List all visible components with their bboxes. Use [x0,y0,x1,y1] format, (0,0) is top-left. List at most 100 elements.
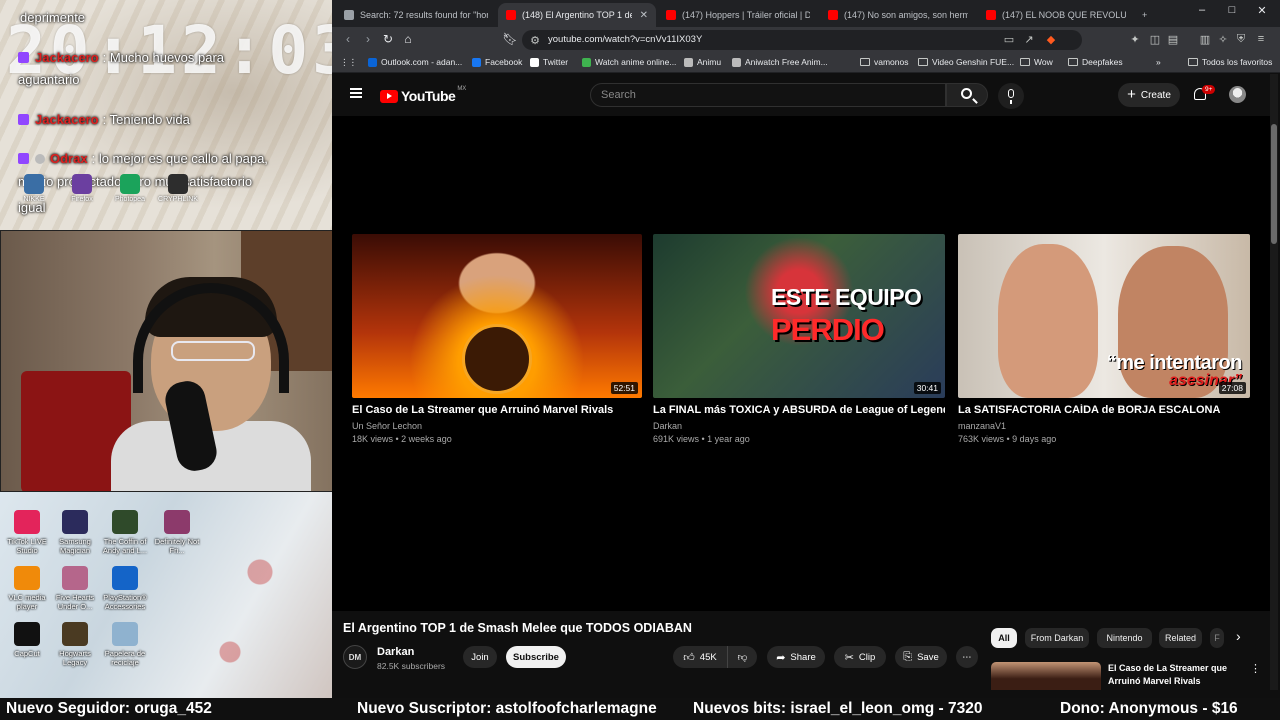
reload-icon[interactable]: ↻ [380,32,396,46]
install-app-icon[interactable]: ▭ [1002,33,1016,46]
url-field[interactable]: ⚙︎ youtube.com/watch?v=cnVv11IX03Y [522,30,1082,50]
end-card-thumbnail[interactable]: 52:51 [352,234,642,398]
ai-icon[interactable]: ✧ [1216,33,1230,46]
desktop-shortcut[interactable]: VLC media player [0,566,54,611]
bookmark-link[interactable]: Twitter [530,57,568,67]
subscribe-button[interactable]: Subscribe [506,646,566,668]
end-card-channel[interactable]: manzanaV1 [958,421,1250,431]
end-card-title[interactable]: El Caso de La Streamer que Arruinó Marve… [352,404,642,416]
new-tab-button[interactable]: + [1142,3,1147,27]
hamburger-menu-icon[interactable] [350,88,362,98]
stream-alerts-ticker: Nuevo Seguidor: oruga_452 Nuevo Suscript… [0,698,1280,720]
bookmark-link[interactable]: Watch anime online... [582,57,676,67]
desktop-shortcut[interactable]: Five Hearts Under O... [48,566,102,611]
app-icon [120,174,140,194]
minimize-button[interactable]: – [1187,4,1217,16]
desktop-shortcut[interactable]: NIKKE [12,174,56,203]
bookmark-link[interactable]: Animu [684,57,721,67]
extensions-icon[interactable]: ◫ [1148,33,1162,46]
recommended-thumbnail[interactable] [991,662,1101,690]
desktop-shortcut[interactable]: CapCut [0,622,54,658]
account-avatar[interactable] [1229,86,1246,103]
close-tab-icon[interactable]: ✕ [640,10,648,21]
bookmark-folder[interactable]: Wow [1020,57,1053,67]
video-player[interactable]: 52:51 El Caso de La Streamer que Arruinó… [332,116,1272,611]
chip-from-darkan[interactable]: From Darkan [1025,628,1089,648]
desktop-shortcut[interactable]: CRYPHLINK [156,174,200,203]
channel-name[interactable]: Darkan [377,646,414,658]
join-button[interactable]: Join [463,646,497,668]
close-window-button[interactable]: ✕ [1247,4,1277,17]
desktop-shortcut[interactable]: Papelera de reciclaje [98,622,152,667]
search-button[interactable] [946,83,988,107]
desktop-shortcut[interactable]: Hogwarts Legacy [48,622,102,667]
like-button[interactable]: 👍︎ 45K [673,646,727,668]
all-bookmarks-folder[interactable]: Todos los favoritos [1188,57,1272,67]
end-card-thumbnail[interactable]: ESTE EQUIPO PERDIO 30:41 [653,234,945,398]
chip-nintendo[interactable]: Nintendo [1097,628,1152,648]
bookmark-link[interactable]: Outlook.com - adan... [368,57,462,67]
create-button[interactable]: + Create [1118,83,1180,107]
channel-avatar[interactable]: DM [343,645,367,669]
desktop-shortcut[interactable]: TikTok LIVE Studio [0,510,54,555]
more-bookmarks-icon[interactable]: » [1156,57,1161,67]
reading-list-icon[interactable]: ▤ [1166,33,1180,46]
brave-shield-icon[interactable]: ◆ [1044,33,1058,46]
browser-tab[interactable]: (147) No son amigos, son hermanos [820,3,976,27]
bookmark-folder[interactable]: Video Genshin FUE... [918,57,1014,67]
desktop-shortcut[interactable]: PlayStation® Accessories [98,566,152,611]
browser-tab[interactable]: (148) El Argentino TOP 1 de Sm ✕ [498,3,656,27]
end-card-3[interactable]: “me intentaron asesinar” 27:08 La SATISF… [958,234,1250,444]
desktop-shortcut[interactable]: Definitely Not Fri... [150,510,204,555]
dislike-button[interactable]: 👎︎ [727,646,757,668]
search-input[interactable]: Search [590,83,946,107]
save-button[interactable]: ⎘ Save [895,646,947,668]
share-page-icon[interactable]: ↗ [1022,33,1036,46]
recommended-title[interactable]: El Caso de La Streamer que Arruinó Marve… [1108,662,1236,688]
apps-icon[interactable]: ⋮⋮ [340,57,357,68]
site-info-icon[interactable]: ⚙︎ [528,34,542,47]
menu-icon[interactable]: ≡ [1254,33,1268,45]
home-icon[interactable]: ⌂ [400,32,416,46]
vpn-icon[interactable]: ⛨ [1234,33,1248,46]
bookmark-folder[interactable]: vamonos [860,57,909,67]
end-card-title[interactable]: La FINAL más TOXICA y ABSURDA de League … [653,404,945,416]
browser-tab[interactable]: (147) Hoppers | Tráiler oficial | Dobl [658,3,818,27]
end-card-title[interactable]: La SATISFACTORIA CAÍDA de BORJA ESCALONA [958,404,1250,416]
desktop-shortcut[interactable]: The Coffin of Andy and L... [98,510,152,555]
end-card-1[interactable]: 52:51 El Caso de La Streamer que Arruinó… [352,234,642,444]
bookmark-label: Outlook.com - adan... [381,57,463,67]
browser-tab[interactable]: (147) EL NOOB QUE REVOLUCIONÓ [978,3,1134,27]
shortcut-label: The Coffin of Andy and L... [102,537,148,555]
desktop-shortcut[interactable]: Samsung Magician [48,510,102,555]
desktop-shortcut[interactable]: Photopea [108,174,152,203]
clip-button[interactable]: ✂ Clip [834,646,886,668]
more-actions-button[interactable]: ⋯ [956,646,978,668]
end-card-2[interactable]: ESTE EQUIPO PERDIO 30:41 La FINAL más TO… [653,234,945,444]
chevron-right-icon[interactable]: › [1236,628,1241,644]
voice-search-button[interactable] [998,83,1024,109]
forward-icon[interactable]: › [360,32,376,46]
more-vertical-icon[interactable]: ⋮ [1250,662,1261,675]
share-button[interactable]: ➦ Share [767,646,825,668]
desktop-shortcut[interactable]: Firefox [60,174,104,203]
bookmark-link[interactable]: Aniwatch Free Anim... [732,57,828,67]
browser-tab[interactable]: Search: 72 results found for "honkai [336,3,496,27]
bookmark-folder[interactable]: Deepfakes [1068,57,1123,67]
page-scrollbar[interactable] [1270,74,1278,690]
youtube-logo[interactable]: YouTube MX [380,86,466,104]
chip-related[interactable]: Related [1159,628,1202,648]
chip-partial[interactable]: F [1210,628,1224,648]
scrollbar-thumb[interactable] [1271,124,1277,244]
sidebar-icon[interactable]: ▥ [1198,33,1212,46]
end-card-channel[interactable]: Un Señor Lechon [352,421,642,431]
end-card-channel[interactable]: Darkan [653,421,945,431]
back-icon[interactable]: ‹ [340,32,356,46]
bookmark-icon[interactable]: 🔖︎ [502,32,518,46]
maximize-button[interactable]: □ [1217,4,1247,16]
bookmark-link[interactable]: Facebook [472,57,522,67]
chip-all[interactable]: All [991,628,1017,648]
extension-leaf-icon[interactable]: ✦ [1128,33,1142,46]
app-icon [24,174,44,194]
end-card-thumbnail[interactable]: “me intentaron asesinar” 27:08 [958,234,1250,398]
